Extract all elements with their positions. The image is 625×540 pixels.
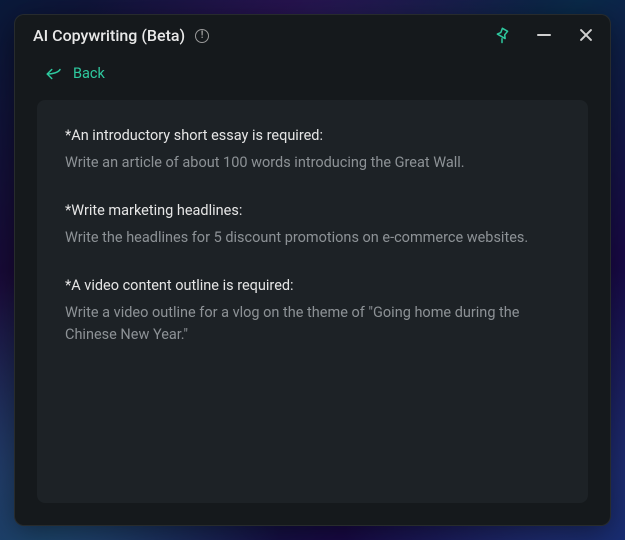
example-title: *Write marketing headlines: [65, 201, 560, 221]
example-item: *An introductory short essay is required… [65, 126, 560, 175]
example-item: *Write marketing headlines: Write the he… [65, 201, 560, 250]
back-arrow-icon [45, 67, 63, 81]
example-item: *A video content outline is required: Wr… [65, 276, 560, 347]
window-title: AI Copywriting (Beta) [33, 26, 185, 45]
example-desc: Write the headlines for 5 discount promo… [65, 227, 560, 249]
examples-panel: *An introductory short essay is required… [37, 100, 588, 503]
minimize-button[interactable] [534, 25, 554, 45]
info-icon[interactable]: ! [195, 29, 209, 43]
window-controls [492, 25, 596, 45]
example-title: *An introductory short essay is required… [65, 126, 560, 146]
titlebar: AI Copywriting (Beta) ! [15, 15, 610, 51]
example-desc: Write a video outline for a vlog on the … [65, 302, 560, 347]
close-icon [579, 28, 593, 42]
pin-icon[interactable] [492, 25, 512, 45]
example-title: *A video content outline is required: [65, 276, 560, 296]
minimize-icon [537, 34, 551, 36]
app-window: AI Copywriting (Beta) ! Back [14, 14, 611, 526]
back-label: Back [73, 65, 105, 82]
back-button[interactable]: Back [15, 51, 610, 92]
example-desc: Write an article of about 100 words intr… [65, 152, 560, 174]
close-button[interactable] [576, 25, 596, 45]
